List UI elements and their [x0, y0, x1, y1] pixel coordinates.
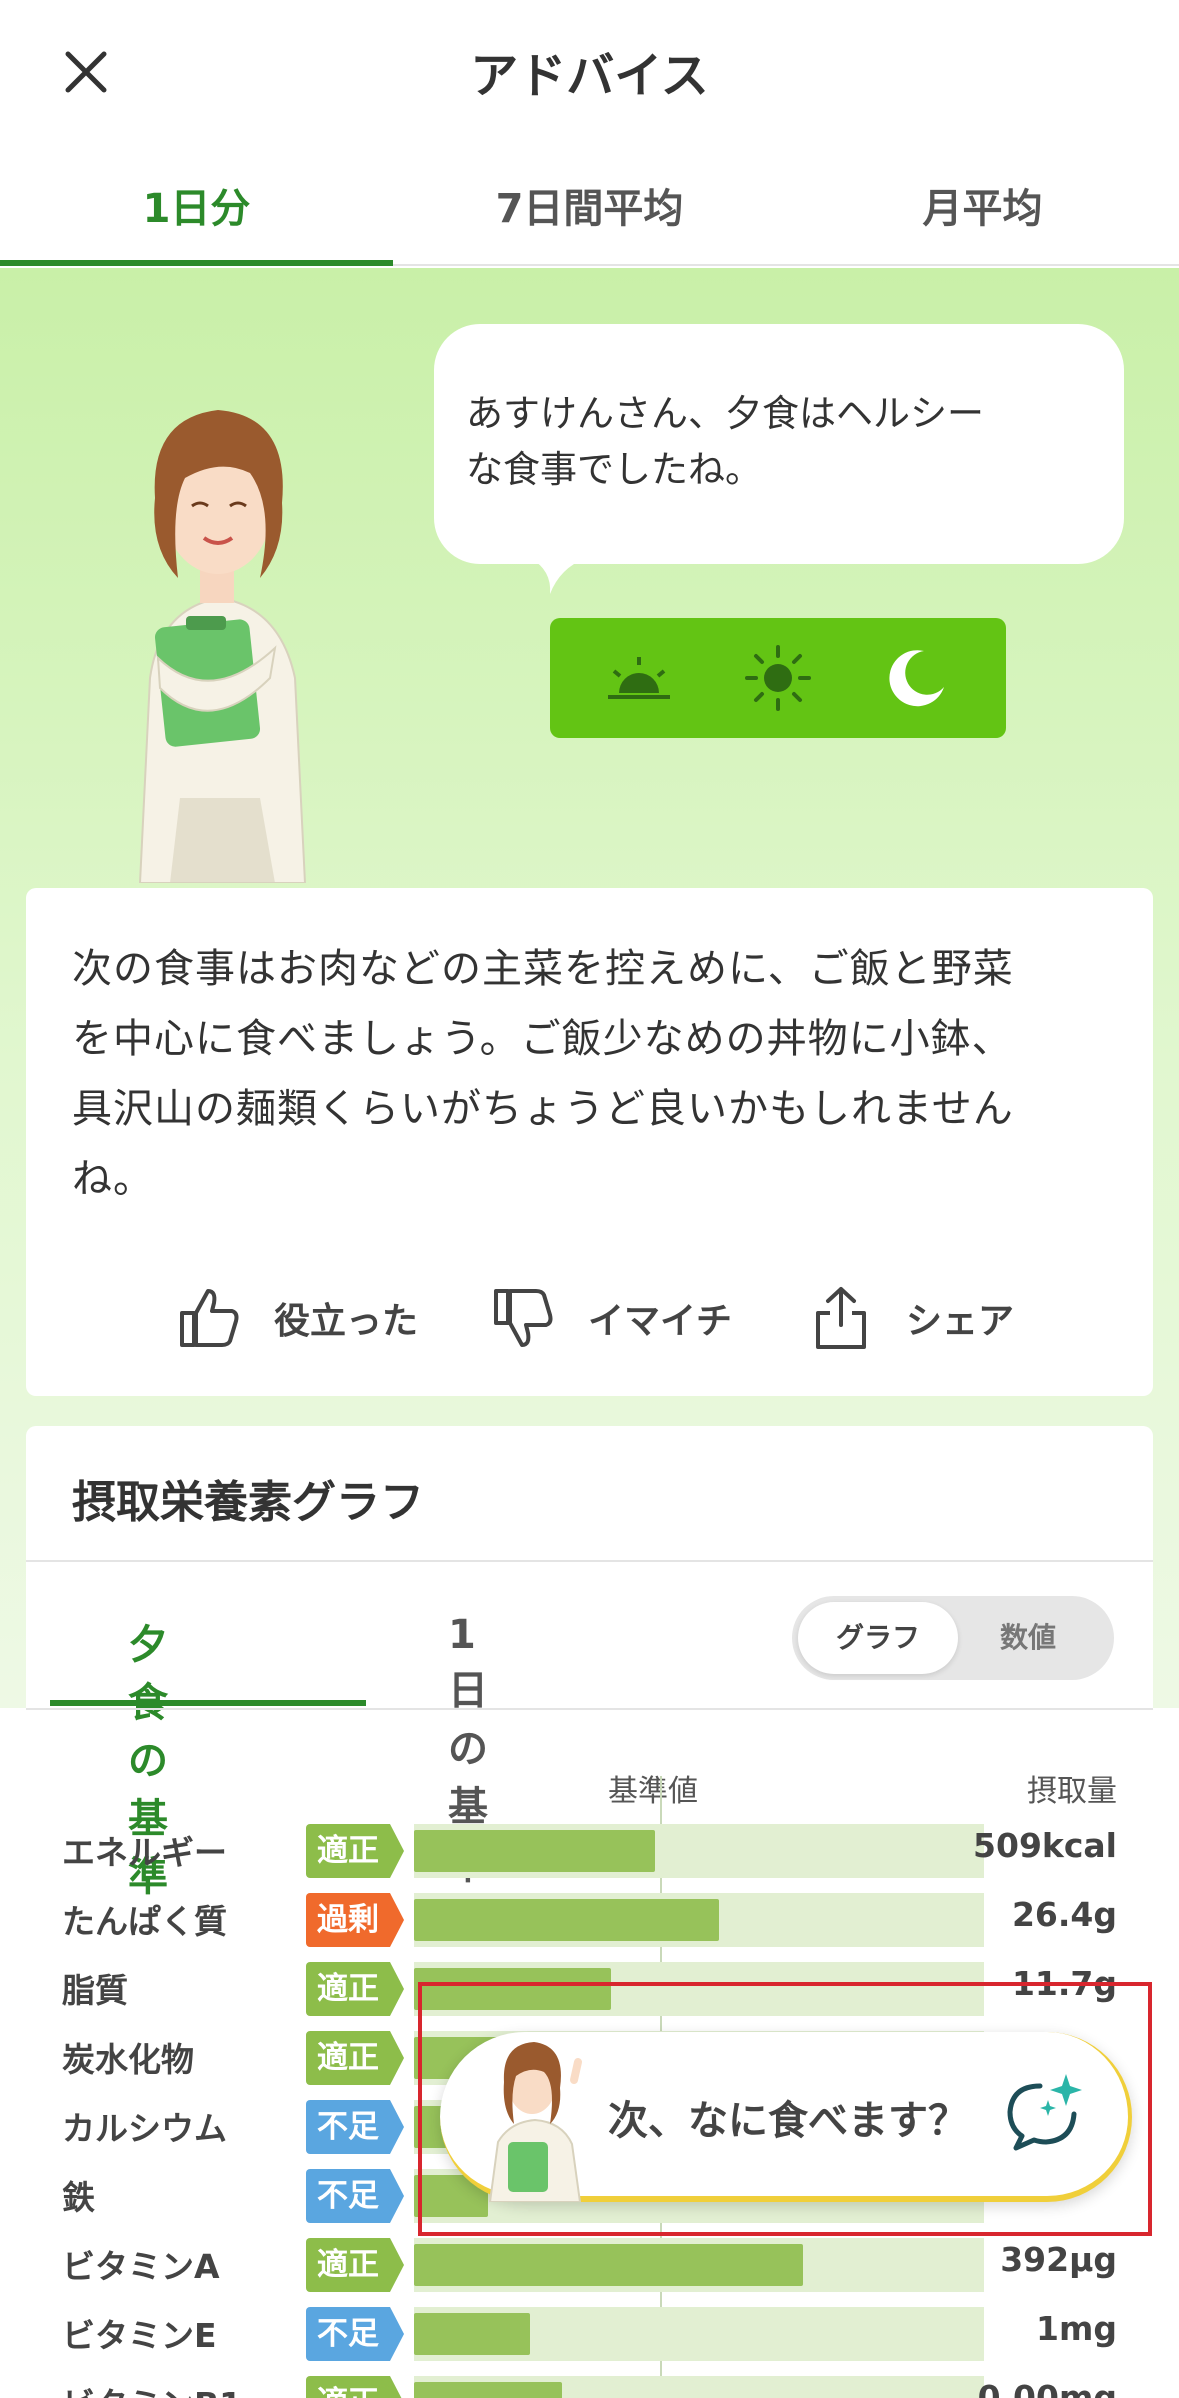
active-tab-indicator: [50, 1700, 366, 1706]
nutrient-row: エネルギー 適正 509kcal: [26, 1816, 1153, 1884]
nutrient-name: カルシウム: [62, 2109, 227, 2148]
advice-line: ね。: [72, 1156, 154, 1202]
meal-selector: [550, 618, 1006, 738]
header: アドバイス: [0, 0, 1179, 140]
nutrient-name: ビタミンA: [62, 2247, 220, 2286]
advice-card: 次の食事はお肉などの主菜を控えめに、ご飯と野菜 を中心に食べましょう。ご飯少なめ…: [26, 888, 1153, 1396]
view-mode-toggle: グラフ 数値: [792, 1596, 1114, 1680]
advice-text: 次の食事はお肉などの主菜を控えめに、ご飯と野菜 を中心に食べましょう。ご飯少なめ…: [72, 934, 1122, 1214]
share-icon: [816, 1287, 866, 1349]
nutrient-bar: [414, 2382, 562, 2398]
bubble-text-line1: あすけんさん、夕食はヘルシー: [466, 392, 984, 435]
sun-icon: [744, 645, 811, 711]
nutrient-row: ビタミンA 適正 392µg: [26, 2230, 1153, 2298]
lunch-button[interactable]: [738, 638, 818, 718]
dinner-button[interactable]: [877, 638, 957, 718]
nutrient-amount: 509kcal: [973, 1826, 1117, 1865]
status-badge: 適正: [306, 1824, 404, 1878]
numbers-view-option[interactable]: 数値: [948, 1602, 1108, 1674]
status-badge: 不足: [306, 2169, 404, 2223]
sunrise-icon: [608, 657, 671, 699]
advice-line: 具沢山の麺類くらいがちょうど良いかもしれません: [72, 1086, 1014, 1132]
graph-title: 摂取栄養素グラフ: [72, 1477, 424, 1528]
nutrient-name: 鉄: [62, 2178, 95, 2217]
share-label: シェア: [906, 1301, 1015, 1342]
helpful-button[interactable]: 役立った: [174, 1268, 418, 1368]
nutrient-amount: 392µg: [1000, 2240, 1117, 2279]
advice-line: を中心に食べましょう。ご飯少なめの丼物に小鉢、: [72, 1016, 1013, 1062]
nutrient-amount: 26.4g: [1011, 1895, 1117, 1934]
tab-monthly-average[interactable]: 月平均: [786, 140, 1179, 264]
nutrient-bar: [414, 2244, 803, 2286]
tab-one-day[interactable]: 1日分: [0, 140, 393, 266]
tab-seven-day-average[interactable]: 7日間平均: [393, 140, 786, 264]
helpful-label: 役立った: [274, 1301, 419, 1342]
status-badge: 適正: [306, 2376, 404, 2398]
nutrient-graph-card: 摂取栄養素グラフ 夕食の基準 1日の基準 グラフ 数値 基準値 摂取量 エネルギ…: [26, 1426, 1153, 2398]
nutrient-amount: 1mg: [1036, 2309, 1117, 2348]
nutrient-name: 炭水化物: [62, 2040, 194, 2079]
page-title: アドバイス: [470, 48, 709, 104]
nutrient-name: たんぱく質: [62, 1902, 227, 1941]
nutrient-row: ビタミンE 不足 1mg: [26, 2299, 1153, 2367]
thumbs-up-icon: [180, 1289, 239, 1347]
nutrient-bar: [414, 2313, 530, 2355]
reference-column-header: 基準値: [608, 1774, 698, 1809]
nutrient-row: たんぱく質 過剰 26.4g: [26, 1885, 1153, 1953]
moon-icon: [889, 650, 944, 707]
nutrient-name: ビタミンB1: [62, 2378, 242, 2398]
bubble-text-line2: な食事でしたね。: [466, 448, 762, 491]
not-good-button[interactable]: イマイチ: [488, 1268, 732, 1368]
divider: [26, 1560, 1153, 1562]
speech-bubble: あすけんさん、夕食はヘルシー な食事でしたね。: [434, 324, 1124, 564]
nutrient-bar: [414, 1899, 720, 1941]
status-badge: 適正: [306, 1962, 404, 2016]
share-button[interactable]: シェア: [806, 1268, 1014, 1368]
divider: [26, 1708, 1153, 1710]
period-tabs: 1日分 7日間平均 月平均: [0, 140, 1179, 266]
not-good-label: イマイチ: [588, 1301, 733, 1342]
nutrient-amount: 0.00mg: [977, 2378, 1117, 2398]
feedback-bar: 役立った イマイチ シェア: [26, 1268, 1153, 1368]
nutrient-name: エネルギー: [62, 1833, 227, 1872]
intake-column-header: 摂取量: [1027, 1774, 1117, 1809]
nutrient-name: ビタミンE: [62, 2316, 217, 2355]
breakfast-button[interactable]: [599, 638, 679, 718]
status-badge: 不足: [306, 2100, 404, 2154]
graph-view-option[interactable]: グラフ: [798, 1602, 958, 1674]
advisor-avatar: [138, 410, 307, 883]
status-badge: 過剰: [306, 1893, 404, 1947]
thumbs-down-icon: [494, 1289, 553, 1347]
status-badge: 適正: [306, 2238, 404, 2292]
speech-bubble-tail: [530, 558, 586, 594]
status-badge: 不足: [306, 2307, 404, 2361]
nutrient-bar: [414, 1830, 656, 1872]
status-badge: 適正: [306, 2031, 404, 2085]
highlight-frame: [418, 1982, 1152, 2236]
advice-line: 次の食事はお肉などの主菜を控えめに、ご飯と野菜: [72, 946, 1014, 992]
nutrient-name: 脂質: [62, 1971, 128, 2010]
nutrient-row: ビタミンB1 適正 0.00mg: [26, 2368, 1153, 2398]
